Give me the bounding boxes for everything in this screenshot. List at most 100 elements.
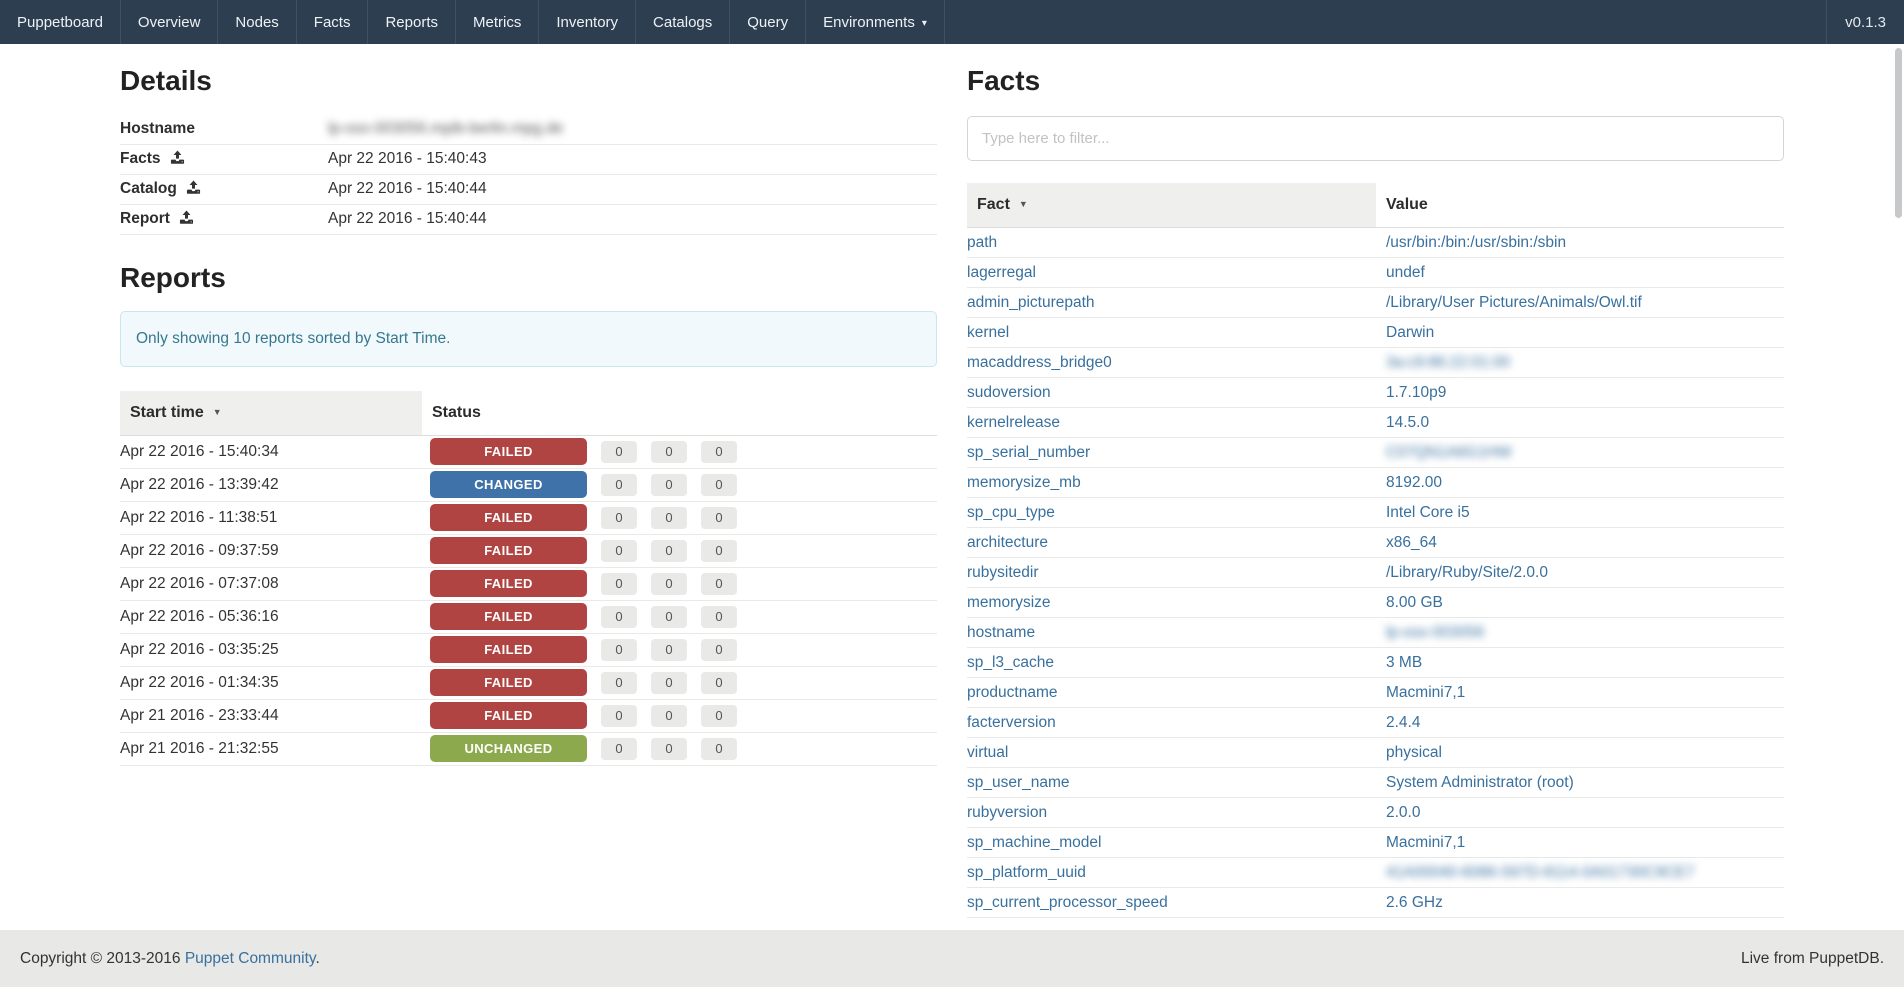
fact-value-link[interactable]: C07QN1A6G1HW: [1386, 444, 1512, 461]
fact-name-link[interactable]: sp_l3_cache: [967, 654, 1054, 671]
report-row: Apr 22 2016 - 11:38:51 FAILED000: [120, 501, 937, 534]
fact-name-link[interactable]: sudoversion: [967, 384, 1051, 401]
fact-name-link[interactable]: rubysitedir: [967, 564, 1039, 581]
fact-name-link[interactable]: virtual: [967, 744, 1008, 761]
navbar-item-link[interactable]: Reports: [385, 14, 438, 31]
fact-value-link[interactable]: 3 MB: [1386, 654, 1422, 671]
fact-value-link[interactable]: /Library/User Pictures/Animals/Owl.tif: [1386, 294, 1642, 311]
fact-name-link[interactable]: memorysize_mb: [967, 474, 1081, 491]
report-row: Apr 21 2016 - 23:33:44 FAILED000: [120, 699, 937, 732]
report-counts: 000: [587, 509, 737, 526]
navbar-item-link[interactable]: Facts: [314, 14, 351, 31]
fact-row: admin_picturepath /Library/User Pictures…: [967, 288, 1784, 318]
fact-name-link[interactable]: sp_current_processor_speed: [967, 894, 1168, 911]
navbar-item-link[interactable]: Overview: [138, 14, 201, 31]
fact-name-link[interactable]: kernelrelease: [967, 414, 1060, 431]
details-row-value: Apr 22 2016 - 15:40:43: [328, 150, 487, 167]
fact-name-link[interactable]: sp_machine_model: [967, 834, 1101, 851]
details-row-label: Report: [120, 210, 170, 227]
count-badge: 0: [701, 672, 737, 694]
count-badge: 0: [701, 738, 737, 760]
fact-value-link[interactable]: 14.5.0: [1386, 414, 1429, 431]
report-start-time: Apr 22 2016 - 07:37:08: [120, 567, 422, 600]
navbar-item-link[interactable]: Nodes: [235, 14, 278, 31]
facts-column-fact[interactable]: Fact▼: [967, 183, 1376, 228]
navbar-item-link[interactable]: Query: [747, 14, 788, 31]
details-row: Hostname lp-osx-003056.mpib-berlin.mpg.d…: [120, 114, 937, 144]
fact-name-link[interactable]: rubyversion: [967, 804, 1047, 821]
fact-row: rubyversion 2.0.0: [967, 798, 1784, 828]
fact-name-link[interactable]: kernel: [967, 324, 1009, 341]
count-badge: 0: [701, 507, 737, 529]
fact-name-link[interactable]: hostname: [967, 624, 1035, 641]
fact-value-link[interactable]: 1.7.10p9: [1386, 384, 1446, 401]
navbar-brand[interactable]: Puppetboard: [0, 0, 121, 44]
fact-row: architecture x86_64: [967, 528, 1784, 558]
fact-value-link[interactable]: 2.6 GHz: [1386, 894, 1443, 911]
fact-name-link[interactable]: path: [967, 234, 997, 251]
status-badge: FAILED: [430, 537, 587, 564]
fact-value-link[interactable]: lp-osx-003056: [1386, 624, 1484, 641]
report-row: Apr 22 2016 - 03:35:25 FAILED000: [120, 633, 937, 666]
navbar-item-environments[interactable]: Environments ▾: [806, 0, 945, 44]
fact-name-link[interactable]: sp_serial_number: [967, 444, 1090, 461]
fact-value-link[interactable]: /Library/Ruby/Site/2.0.0: [1386, 564, 1548, 581]
navbar-item[interactable]: Overview: [121, 0, 219, 44]
count-badge: 0: [601, 672, 637, 694]
details-row-label: Facts: [120, 150, 161, 167]
facts-column-value: Value: [1376, 183, 1784, 228]
navbar-item[interactable]: Facts: [297, 0, 369, 44]
start-time-header-label: Start time: [130, 404, 204, 421]
navbar-item[interactable]: Reports: [368, 0, 456, 44]
fact-value-link[interactable]: Intel Core i5: [1386, 504, 1470, 521]
count-badge: 0: [651, 441, 687, 463]
fact-row: sp_current_processor_speed 2.6 GHz: [967, 888, 1784, 918]
navbar-item[interactable]: Query: [730, 0, 806, 44]
count-badge: 0: [701, 705, 737, 727]
fact-value-link[interactable]: /usr/bin:/bin:/usr/sbin:/sbin: [1386, 234, 1566, 251]
fact-value-link[interactable]: 8192.00: [1386, 474, 1442, 491]
scrollbar-thumb[interactable]: [1895, 48, 1902, 218]
fact-name-link[interactable]: sp_user_name: [967, 774, 1070, 791]
report-row: Apr 22 2016 - 01:34:35 FAILED000: [120, 666, 937, 699]
fact-value-link[interactable]: System Administrator (root): [1386, 774, 1574, 791]
facts-filter-input[interactable]: [967, 116, 1784, 161]
fact-name-link[interactable]: architecture: [967, 534, 1048, 551]
navbar-item[interactable]: Catalogs: [636, 0, 730, 44]
count-badge: 0: [601, 738, 637, 760]
fact-value-link[interactable]: Macmini7,1: [1386, 834, 1465, 851]
fact-value-link[interactable]: 8.00 GB: [1386, 594, 1443, 611]
fact-name-link[interactable]: admin_picturepath: [967, 294, 1095, 311]
report-start-time: Apr 22 2016 - 13:39:42: [120, 468, 422, 501]
fact-value-link[interactable]: undef: [1386, 264, 1425, 281]
fact-name-link[interactable]: sp_platform_uuid: [967, 864, 1086, 881]
fact-value-link[interactable]: Macmini7,1: [1386, 684, 1465, 701]
fact-name-link[interactable]: memorysize: [967, 594, 1051, 611]
fact-name-link[interactable]: lagerregal: [967, 264, 1036, 281]
navbar-item-link[interactable]: Catalogs: [653, 14, 712, 31]
fact-value-link[interactable]: 3a:c9:86:22:01:00: [1386, 354, 1510, 371]
count-badge: 0: [651, 672, 687, 694]
navbar-item[interactable]: Nodes: [218, 0, 296, 44]
fact-value-link[interactable]: 2.0.0: [1386, 804, 1420, 821]
fact-name-link[interactable]: sp_cpu_type: [967, 504, 1055, 521]
fact-name-link[interactable]: productname: [967, 684, 1057, 701]
fact-value-link[interactable]: 2.4.4: [1386, 714, 1420, 731]
count-badge: 0: [651, 474, 687, 496]
report-counts: 000: [587, 641, 737, 658]
navbar-item-link[interactable]: Metrics: [473, 14, 521, 31]
fact-name-link[interactable]: facterversion: [967, 714, 1056, 731]
fact-value-link[interactable]: x86_64: [1386, 534, 1437, 551]
navbar-item[interactable]: Inventory: [539, 0, 636, 44]
reports-column-start-time[interactable]: Start time▼: [120, 391, 422, 436]
fact-row: hostname lp-osx-003056: [967, 618, 1784, 648]
navbar-item-link[interactable]: Inventory: [556, 14, 618, 31]
fact-value-link[interactable]: 41A00040-6086-597D-8114-0A01730C9CE7: [1386, 864, 1694, 881]
fact-name-link[interactable]: macaddress_bridge0: [967, 354, 1112, 371]
puppet-community-link[interactable]: Puppet Community: [185, 950, 316, 967]
navbar-item[interactable]: Metrics: [456, 0, 539, 44]
count-badge: 0: [601, 441, 637, 463]
report-row: Apr 22 2016 - 09:37:59 FAILED000: [120, 534, 937, 567]
fact-value-link[interactable]: physical: [1386, 744, 1442, 761]
fact-value-link[interactable]: Darwin: [1386, 324, 1434, 341]
